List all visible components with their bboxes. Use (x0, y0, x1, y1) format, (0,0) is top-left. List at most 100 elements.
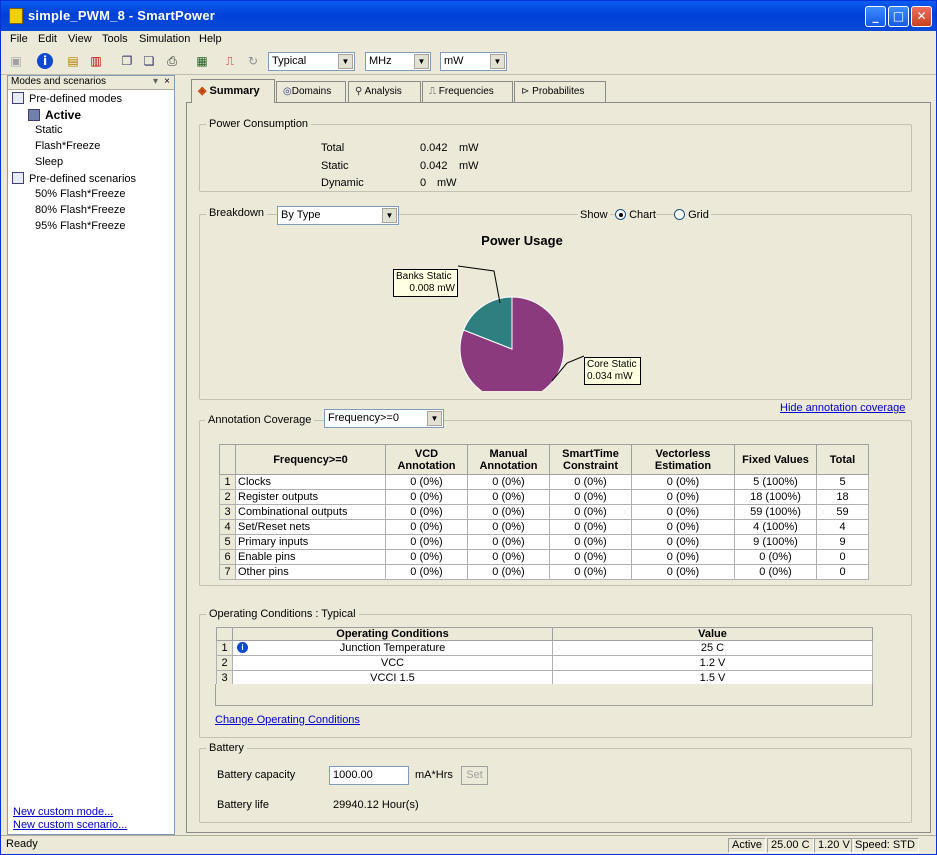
condition-value: 1.2 V (552, 655, 873, 671)
breakdown-type-select[interactable]: By Type ▼ (277, 206, 399, 225)
table-cell: 4 (100%) (734, 519, 817, 535)
row-index-header (216, 627, 233, 641)
annotation-filter-value: Frequency>=0 (328, 412, 399, 424)
col-header-vectorless[interactable]: Vectorless Estimation (631, 444, 735, 475)
report-icon[interactable]: ▤ (65, 53, 81, 69)
status-temperature: 25.00 C (767, 838, 814, 853)
tree-mode-static[interactable]: Static (35, 124, 63, 136)
pin-icon[interactable]: ▾ (153, 76, 158, 87)
col-header-fixed[interactable]: Fixed Values (734, 444, 817, 475)
tab-frequencies-label: Frequencies (438, 86, 494, 97)
chart-radio[interactable]: Chart (615, 209, 656, 221)
col-header-value[interactable]: Value (552, 627, 873, 641)
table-cell: 4 (816, 519, 869, 535)
table-row[interactable]: 3 Combinational outputs 0 (0%) 0 (0%) 0 (0%)… (219, 504, 869, 520)
tree-predefined-scenarios[interactable]: Pre-defined scenarios (12, 172, 136, 185)
row-label: Primary inputs (235, 534, 386, 550)
battery-legend: Battery (209, 742, 244, 754)
power-unit-select[interactable]: mW ▼ (440, 52, 507, 71)
menu-tools[interactable]: Tools (102, 33, 128, 45)
row-label: Combinational outputs (235, 504, 386, 520)
tree-mode-sleep[interactable]: Sleep (35, 156, 63, 168)
col-header-smarttime[interactable]: SmartTime Constraint (549, 444, 632, 475)
tab-summary-label: Summary (209, 85, 260, 97)
breakdown-type-value: By Type (281, 209, 321, 221)
change-operating-conditions-link[interactable]: Change Operating Conditions (215, 714, 360, 726)
battery-capacity-input[interactable]: 1000.00 (329, 766, 409, 785)
domains-icon: ◎ (283, 86, 292, 97)
dynamic-label: Dynamic (321, 177, 364, 189)
table-cell: 0 (0%) (631, 504, 735, 520)
annotation-coverage-table: Frequency>=0 VCD Annotation Manual Annot… (219, 444, 869, 580)
tree-scenario-80[interactable]: 80% Flash*Freeze (35, 204, 126, 216)
menu-edit[interactable]: Edit (38, 33, 57, 45)
table-cell: 0 (0%) (631, 489, 735, 505)
info-icon[interactable]: i (237, 642, 248, 653)
tree-predefined-modes[interactable]: Pre-defined modes (12, 92, 122, 105)
export-icon[interactable]: ▥ (88, 53, 104, 69)
col-header-vcd[interactable]: VCD Annotation (385, 444, 468, 475)
tab-summary[interactable]: ◈ Summary (191, 79, 275, 103)
tree-predefined-scenarios-label: Pre-defined scenarios (29, 173, 137, 185)
tab-probabilities[interactable]: ⊳ Probabilites (514, 81, 606, 102)
table-row[interactable]: 4 Set/Reset nets 0 (0%) 0 (0%) 0 (0%) 0 (0%) 4… (219, 519, 869, 535)
close-icon[interactable]: × (164, 76, 170, 87)
frequency-unit-select[interactable]: MHz ▼ (365, 52, 431, 71)
menu-help[interactable]: Help (199, 33, 222, 45)
tab-domains[interactable]: ◎Domains (276, 81, 346, 102)
info-icon[interactable]: i (37, 53, 53, 69)
table-row[interactable]: 5 Primary inputs 0 (0%) 0 (0%) 0 (0%) 0 (0%) 9… (219, 534, 869, 550)
close-button[interactable]: ✕ (911, 6, 932, 27)
col-header-total[interactable]: Total (816, 444, 869, 475)
row-label: Set/Reset nets (235, 519, 386, 535)
paste-icon[interactable]: ❏ (141, 53, 157, 69)
maximize-button[interactable]: □ (888, 6, 909, 27)
corner-select-value: Typical (272, 55, 307, 67)
tree-mode-flashfreeze[interactable]: Flash*Freeze (35, 140, 100, 152)
hide-annotation-coverage-link[interactable]: Hide annotation coverage (780, 402, 905, 414)
menu-file[interactable]: File (10, 33, 28, 45)
table-row[interactable]: 2 Register outputs 0 (0%) 0 (0%) 0 (0%) 0 (0%… (219, 489, 869, 505)
main-panel: ◈ Summary ◎Domains ⚲ Analysis ⎍ Frequenc… (186, 79, 931, 833)
col-header-manual[interactable]: Manual Annotation (467, 444, 550, 475)
set-button[interactable]: Set (461, 766, 488, 785)
minimize-button[interactable]: _ (865, 6, 886, 27)
table-cell: 0 (0%) (467, 564, 550, 580)
col-header-operating-conditions[interactable]: Operating Conditions (232, 627, 553, 641)
tab-analysis[interactable]: ⚲ Analysis (348, 81, 421, 102)
table-row[interactable]: 7 Other pins 0 (0%) 0 (0%) 0 (0%) 0 (0%) 0 (0%… (219, 564, 869, 580)
table-row[interactable]: 2 VCC 1.2 V (216, 655, 873, 671)
print-icon[interactable]: ⎙ (164, 53, 180, 69)
chart-title: Power Usage (481, 233, 563, 248)
waveform-icon[interactable]: ⎍ (222, 53, 238, 69)
table-cell: 0 (0%) (549, 564, 632, 580)
table-cell: 0 (0%) (549, 474, 632, 490)
col-header-frequency[interactable]: Frequency>=0 (235, 444, 386, 475)
preview-icon[interactable]: ▦ (194, 53, 210, 69)
tree-scenario-95[interactable]: 95% Flash*Freeze (35, 220, 126, 232)
table-row[interactable]: 6 Enable pins 0 (0%) 0 (0%) 0 (0%) 0 (0%) 0 (0… (219, 549, 869, 565)
status-speed: Speed: STD (851, 838, 919, 853)
new-custom-scenario-link[interactable]: New custom scenario... (13, 819, 127, 831)
table-row[interactable]: 1 i Junction Temperature 25 C (216, 640, 873, 656)
battery-capacity-unit: mA*Hrs (415, 769, 453, 781)
modes-panel-header: Modes and scenarios ▾ × (8, 76, 174, 90)
menu-simulation[interactable]: Simulation (139, 33, 190, 45)
dynamic-value: 0 (420, 177, 427, 189)
annotation-filter-select[interactable]: Frequency>=0 ▼ (324, 409, 444, 428)
app-window: simple_PWM_8 - SmartPower _ □ ✕ File Edi… (0, 0, 937, 855)
core-static-name: Core Static (587, 359, 637, 370)
core-static-value: 0.034 mW (587, 371, 633, 382)
tab-frequencies[interactable]: ⎍ Frequencies (422, 81, 513, 102)
table-row[interactable]: 1 Clocks 0 (0%) 0 (0%) 0 (0%) 0 (0%) 5 (100%) 5 (219, 474, 869, 490)
row-label: Other pins (235, 564, 386, 580)
new-custom-mode-link[interactable]: New custom mode... (13, 806, 113, 818)
tree-scenario-50[interactable]: 50% Flash*Freeze (35, 188, 126, 200)
copy-icon[interactable]: ❐ (119, 53, 135, 69)
row-index-header (219, 444, 236, 475)
menu-view[interactable]: View (68, 33, 92, 45)
corner-select[interactable]: Typical ▼ (268, 52, 355, 71)
row-index: 7 (219, 564, 236, 580)
grid-radio[interactable]: Grid (674, 209, 711, 221)
tree-mode-active[interactable]: Active (28, 108, 81, 122)
